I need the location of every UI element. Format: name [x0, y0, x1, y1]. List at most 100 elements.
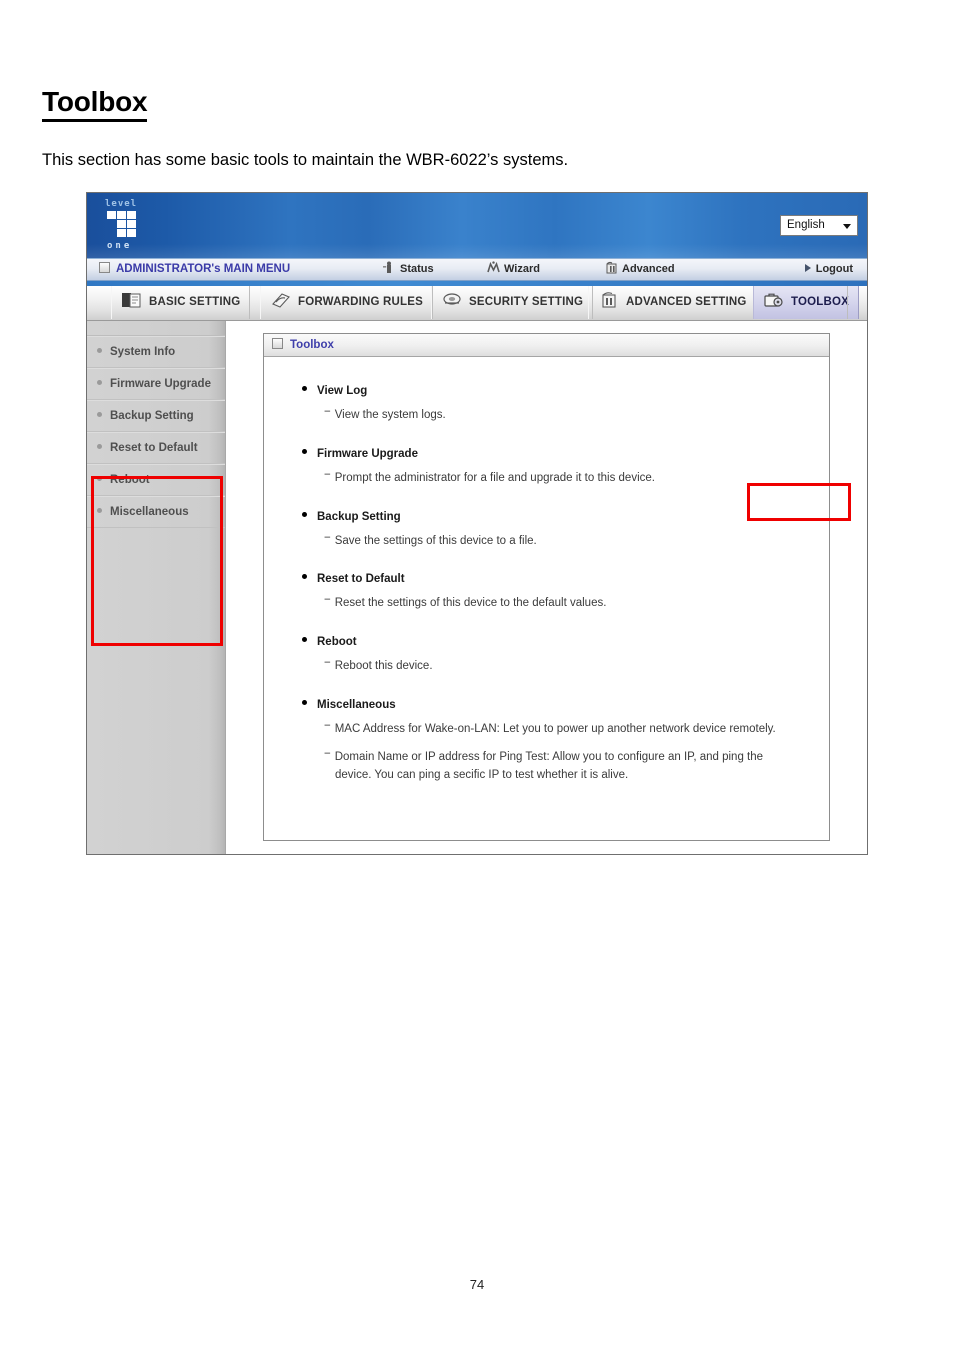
bullet-icon	[302, 700, 307, 706]
tab-security-setting-label: SECURITY SETTING	[469, 296, 584, 308]
sidebar-top-cap	[87, 321, 225, 336]
entry-view-log: View Log − View the system logs.	[302, 385, 829, 425]
bullet-icon	[302, 637, 307, 643]
triangle-right-icon	[804, 264, 811, 272]
language-select-value: English	[787, 219, 825, 231]
entry-firmware-upgrade-title: Firmware Upgrade	[302, 448, 829, 460]
tab-advanced-setting[interactable]: ADVANCED SETTING	[588, 286, 757, 319]
nav-item-logout-label: Logout	[815, 263, 853, 275]
entry-reboot: Reboot − Reboot this device.	[302, 636, 829, 676]
entry-reboot-label: Reboot	[317, 636, 357, 649]
sidebar-item-system-info[interactable]: System Info	[87, 336, 225, 368]
entry-reset-to-default-desc: − Reset the settings of this device to th…	[324, 592, 804, 613]
sidebar-item-reboot-label: Reboot	[110, 474, 150, 486]
bullet-icon	[97, 508, 102, 513]
sidebar-item-reset-to-default[interactable]: Reset to Default	[87, 432, 225, 464]
dash-icon: −	[324, 531, 331, 544]
dash-icon: −	[324, 747, 331, 760]
logo-bottom-text: one	[107, 241, 133, 251]
entry-reboot-title: Reboot	[302, 636, 829, 648]
entry-reset-to-default-label: Reset to Default	[317, 573, 405, 586]
page-title: Toolbox	[42, 86, 148, 123]
nav-item-logout[interactable]: Logout	[804, 259, 853, 280]
entry-view-log-label: View Log	[317, 385, 368, 397]
entry-miscellaneous-desc-ping-text: Domain Name or IP address for Ping Test:…	[334, 750, 764, 763]
sidebar-item-miscellaneous[interactable]: Miscellaneous	[87, 496, 225, 528]
sidebar-item-firmware-upgrade-label: Firmware Upgrade	[110, 378, 211, 390]
entry-firmware-upgrade-desc-text: Prompt the administrator for a file and …	[334, 471, 655, 484]
sidebar-item-miscellaneous-label: Miscellaneous	[110, 506, 189, 518]
bullet-icon	[97, 476, 102, 481]
advanced-book-icon	[605, 261, 617, 274]
dash-icon: −	[324, 406, 331, 418]
tab-basic-setting[interactable]: BASIC SETTING	[111, 286, 251, 319]
bullet-icon	[302, 448, 307, 454]
bullet-icon	[302, 574, 307, 580]
nav-item-status[interactable]: Status	[383, 259, 434, 280]
panel-header: Toolbox	[264, 334, 829, 357]
bullet-icon	[97, 412, 102, 417]
sidebar-menu: System Info Firmware Upgrade Backup Sett…	[87, 321, 226, 854]
tab-advanced-setting-label: ADVANCED SETTING	[626, 296, 747, 308]
ui-banner: level one English	[87, 193, 867, 258]
panel-body: View Log − View the system logs. Firmware…	[264, 357, 829, 785]
bullet-icon	[97, 444, 102, 449]
tab-forwarding-rules[interactable]: FORWARDING RULES	[260, 286, 434, 319]
nav-item-wizard-label: Wizard	[504, 263, 540, 275]
bullet-icon	[302, 386, 307, 391]
entry-miscellaneous-label: Miscellaneous	[317, 699, 396, 712]
top-nav-bar: ADMINISTRATOR's MAIN MENU Status Wizard …	[87, 258, 867, 281]
language-select[interactable]: English	[780, 215, 858, 236]
tab-toolbox-label: TOOLBOX	[791, 296, 850, 308]
nav-item-status-label: Status	[400, 263, 434, 275]
entry-reset-to-default: Reset to Default − Reset the settings of …	[302, 573, 829, 613]
content-panel: Toolbox View Log − View the system logs. …	[263, 333, 830, 841]
basic-setting-icon	[121, 290, 143, 308]
nav-admin-main-menu[interactable]: ADMINISTRATOR's MAIN MENU	[99, 259, 290, 280]
entry-reboot-desc-text: Reboot this device.	[334, 660, 433, 673]
entry-backup-setting-desc-text: Save the settings of this device to a fi…	[334, 534, 537, 547]
window-icon	[272, 338, 283, 349]
logo-mark-icon	[107, 211, 143, 241]
dash-icon: −	[324, 657, 331, 670]
entry-reboot-desc: − Reboot this device.	[324, 655, 804, 676]
dash-icon: −	[324, 594, 331, 607]
entry-reset-to-default-desc-text: Reset the settings of this device to the…	[334, 597, 607, 610]
entry-firmware-upgrade-label: Firmware Upgrade	[317, 447, 418, 460]
nav-item-advanced[interactable]: Advanced	[605, 259, 675, 280]
chevron-down-icon	[843, 224, 851, 229]
sidebar-item-firmware-upgrade[interactable]: Firmware Upgrade	[87, 368, 225, 400]
tab-basic-setting-label: BASIC SETTING	[149, 296, 241, 308]
tab-security-setting[interactable]: SECURITY SETTING	[431, 286, 594, 319]
entry-firmware-upgrade: Firmware Upgrade − Prompt the administrat…	[302, 448, 829, 488]
dash-icon: −	[324, 468, 331, 481]
entry-reset-to-default-title: Reset to Default	[302, 573, 829, 585]
tab-forwarding-rules-label: FORWARDING RULES	[298, 296, 424, 308]
nav-item-wizard[interactable]: Wizard	[487, 259, 540, 280]
entry-firmware-upgrade-desc: − Prompt the administrator for a file and…	[324, 467, 804, 488]
tab-bar-filler	[847, 286, 867, 319]
panel-header-label: Toolbox	[290, 339, 334, 351]
sidebar-item-reset-to-default-label: Reset to Default	[110, 442, 198, 454]
main-tab-bar: BASIC SETTING FORWARDING RULES SECURITY …	[87, 286, 867, 321]
bullet-icon	[302, 511, 307, 517]
entry-miscellaneous-desc-ping: − Domain Name or IP address for Ping Test…	[324, 746, 804, 785]
window-icon	[99, 262, 110, 273]
sidebar-item-system-info-label: System Info	[110, 346, 176, 358]
levelone-logo: level one	[103, 197, 161, 255]
forwarding-rules-icon	[270, 290, 292, 308]
advanced-setting-icon	[598, 290, 620, 308]
entry-miscellaneous-desc-wol-text: MAC Address for Wake-on-LAN: Let you to …	[334, 723, 776, 736]
sidebar-item-reboot[interactable]: Reboot	[87, 464, 225, 496]
logo-top-text: level	[105, 199, 138, 209]
entry-backup-setting-desc: − Save the settings of this device to a f…	[324, 530, 804, 551]
nav-admin-main-menu-label: ADMINISTRATOR's MAIN MENU	[116, 263, 291, 275]
bullet-icon	[97, 348, 102, 353]
entry-backup-setting: Backup Setting − Save the settings of thi…	[302, 511, 829, 551]
person-status-icon	[383, 261, 395, 274]
sidebar-item-backup-setting[interactable]: Backup Setting	[87, 400, 225, 432]
tab-toolbox[interactable]: TOOLBOX	[753, 286, 860, 319]
entry-view-log-desc-text: View the system logs.	[334, 409, 446, 421]
toolbox-icon	[763, 290, 785, 308]
nav-item-advanced-label: Advanced	[622, 263, 675, 275]
